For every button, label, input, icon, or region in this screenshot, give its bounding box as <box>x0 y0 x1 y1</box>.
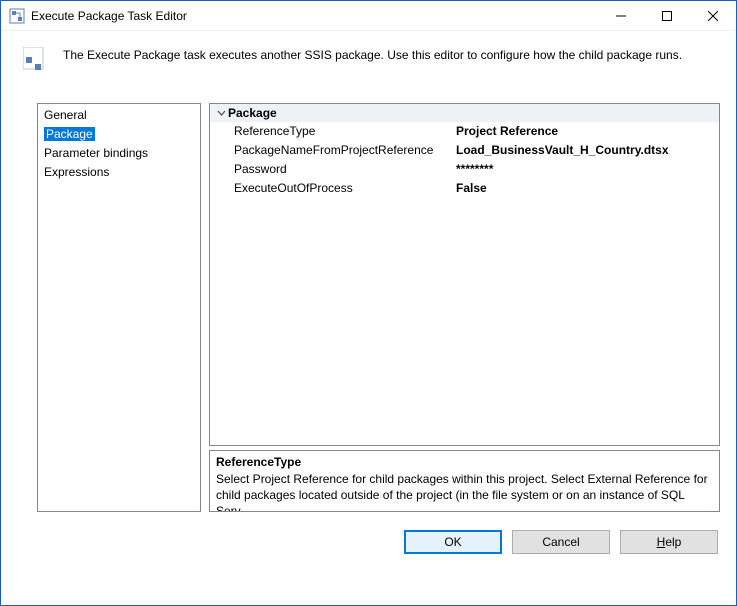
property-rows: ReferenceType Project Reference PackageN… <box>210 122 719 198</box>
sidebar-item-parameter-bindings[interactable]: Parameter bindings <box>38 144 200 163</box>
description-text: Select Project Reference for child packa… <box>216 471 713 512</box>
ok-button[interactable]: OK <box>404 530 502 554</box>
property-value: ******** <box>454 160 719 179</box>
app-icon <box>9 8 25 24</box>
package-icon <box>21 45 53 77</box>
chevron-down-icon <box>214 109 228 118</box>
sidebar-item-label: Expressions <box>44 165 109 179</box>
property-value: Project Reference <box>454 122 719 141</box>
property-label: Password <box>228 160 454 179</box>
category-label: Package <box>228 106 277 120</box>
sidebar-item-expressions[interactable]: Expressions <box>38 163 200 182</box>
property-label: ExecuteOutOfProcess <box>228 179 454 198</box>
property-grid: Package ReferenceType Project Reference … <box>209 103 720 446</box>
sidebar-item-label: General <box>44 108 87 122</box>
titlebar: Execute Package Task Editor <box>1 1 736 31</box>
button-row: OK Cancel Help <box>1 512 736 554</box>
property-row-password[interactable]: Password ******** <box>210 160 719 179</box>
content: General Package Parameter bindings Expre… <box>1 103 736 512</box>
sidebar-item-label: Parameter bindings <box>44 146 148 160</box>
header: The Execute Package task executes anothe… <box>1 31 736 103</box>
property-label: ReferenceType <box>228 122 454 141</box>
property-row-packagename[interactable]: PackageNameFromProjectReference Load_Bus… <box>210 141 719 160</box>
property-value: Load_BusinessVault_H_Country.dtsx <box>454 141 719 160</box>
header-description: The Execute Package task executes anothe… <box>63 45 716 64</box>
property-row-executeoutofprocess[interactable]: ExecuteOutOfProcess False <box>210 179 719 198</box>
minimize-button[interactable] <box>598 1 644 31</box>
sidebar: General Package Parameter bindings Expre… <box>37 103 201 512</box>
main-panel: Package ReferenceType Project Reference … <box>209 103 720 512</box>
maximize-button[interactable] <box>644 1 690 31</box>
description-title: ReferenceType <box>216 455 713 469</box>
sidebar-item-package[interactable]: Package <box>38 125 200 144</box>
property-value: False <box>454 179 719 198</box>
cancel-button[interactable]: Cancel <box>512 530 610 554</box>
description-panel: ReferenceType Select Project Reference f… <box>209 450 720 512</box>
sidebar-item-label: Package <box>44 127 95 141</box>
property-row-referencetype[interactable]: ReferenceType Project Reference <box>210 122 719 141</box>
help-button[interactable]: Help <box>620 530 718 554</box>
sidebar-item-general[interactable]: General <box>38 106 200 125</box>
property-category[interactable]: Package <box>210 104 719 122</box>
property-label: PackageNameFromProjectReference <box>228 141 454 160</box>
close-button[interactable] <box>690 1 736 31</box>
window-title: Execute Package Task Editor <box>31 9 187 23</box>
